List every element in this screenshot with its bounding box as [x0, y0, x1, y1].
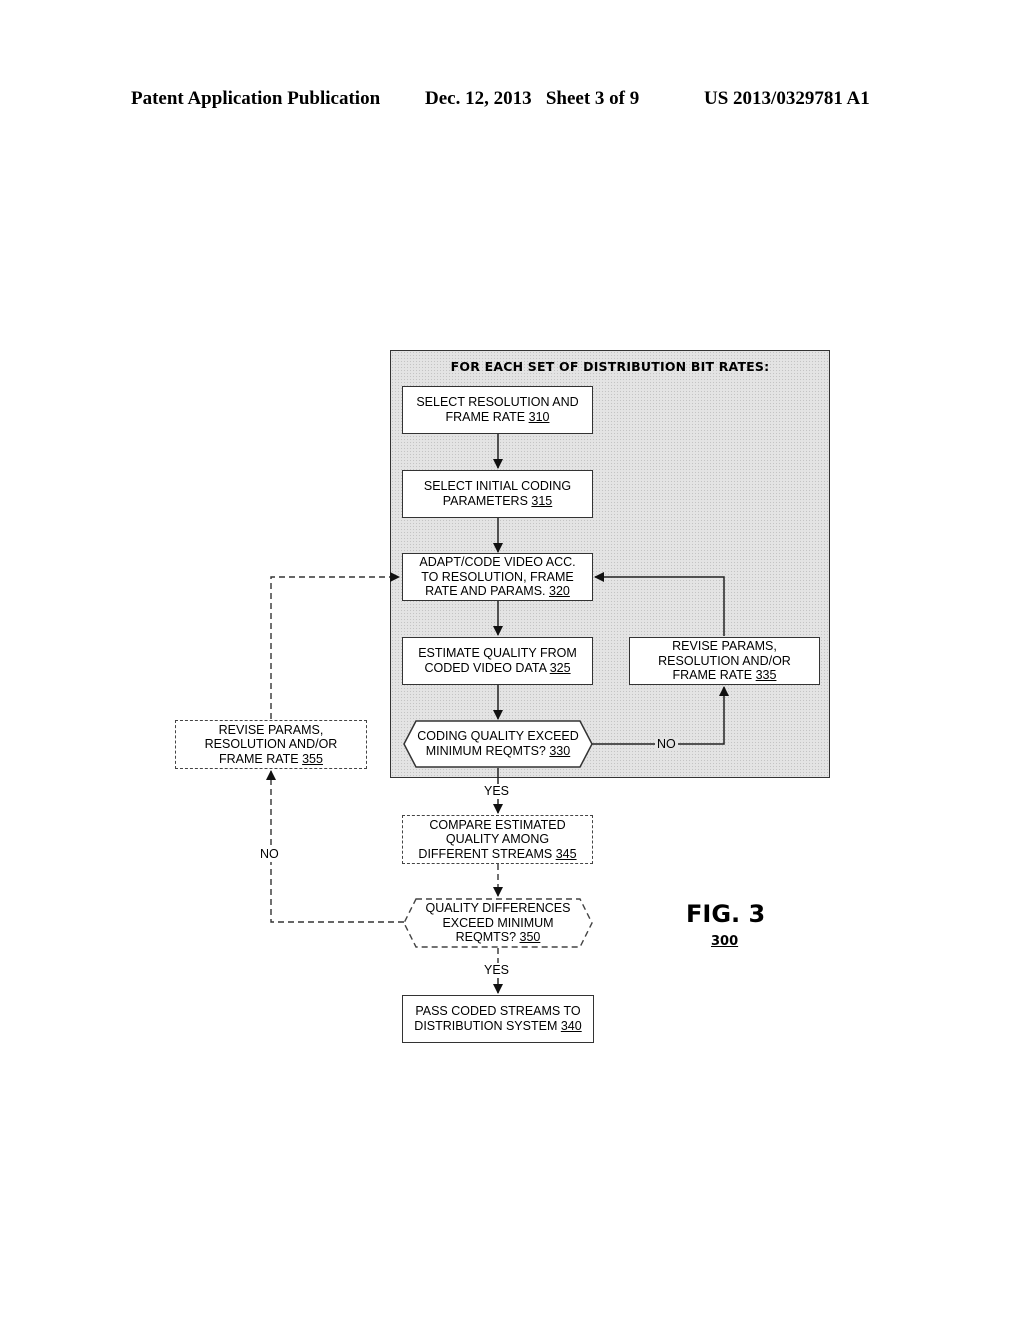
- node-330-ref: 330: [549, 744, 571, 758]
- node-335-line-1: REVISE PARAMS,: [672, 639, 777, 654]
- node-345-ref: 345: [555, 846, 577, 861]
- node-315-select-coding-params: SELECT INITIAL CODING PARAMETERS 315: [402, 470, 593, 518]
- node-345-line-3: DIFFERENT STREAMS: [418, 846, 556, 861]
- edge-label-yes-350: YES: [484, 963, 510, 977]
- edge-330-335: [592, 686, 729, 745]
- node-310-line-2: FRAME RATE: [445, 410, 529, 424]
- node-355-line-3: FRAME RATE: [219, 751, 303, 766]
- node-335-line-3: FRAME RATE: [672, 668, 756, 683]
- node-315-ref: 315: [531, 494, 553, 508]
- edge-label-no-330: NO: [655, 737, 678, 751]
- node-350-line-1: QUALITY DIFFERENCES: [425, 901, 571, 916]
- node-320-line-3: RATE AND PARAMS.: [425, 584, 549, 599]
- node-310-line-1: SELECT RESOLUTION AND: [416, 395, 579, 409]
- edge-355-320: [270, 572, 400, 719]
- node-340-line-1: PASS CODED STREAMS TO: [415, 1004, 581, 1018]
- node-310-select-resolution: SELECT RESOLUTION AND FRAME RATE 310: [402, 386, 593, 434]
- node-355-revise-params: REVISE PARAMS, RESOLUTION AND/OR FRAME R…: [175, 720, 367, 769]
- node-320-ref: 320: [549, 584, 570, 599]
- node-330-coding-quality-decision: CODING QUALITY EXCEED MINIMUM REQMTS? 33…: [402, 720, 594, 768]
- node-330-line-2: MINIMUM REQMTS?: [425, 744, 550, 758]
- node-320-adapt-code-video: ADAPT/CODE VIDEO ACC. TO RESOLUTION, FRA…: [402, 553, 593, 601]
- node-330-line-1: CODING QUALITY EXCEED: [417, 729, 579, 743]
- node-320-line-1: ADAPT/CODE VIDEO ACC.: [419, 555, 576, 570]
- node-315-line-2: PARAMETERS: [442, 494, 532, 508]
- node-310-ref: 310: [528, 410, 550, 424]
- node-315-line-1: SELECT INITIAL CODING: [423, 479, 572, 493]
- node-335-ref: 335: [755, 668, 777, 683]
- node-325-ref: 325: [549, 661, 571, 675]
- node-340-pass-coded-streams: PASS CODED STREAMS TO DISTRIBUTION SYSTE…: [402, 995, 594, 1043]
- node-325-line-2: CODED VIDEO DATA: [424, 661, 550, 675]
- node-340-line-2: DISTRIBUTION SYSTEM: [414, 1019, 561, 1033]
- edge-335-320: [594, 572, 725, 636]
- node-350-line-2: EXCEED MINIMUM: [442, 915, 554, 930]
- node-335-revise-params: REVISE PARAMS, RESOLUTION AND/OR FRAME R…: [629, 637, 820, 685]
- edge-label-no-350: NO: [260, 846, 279, 862]
- node-335-line-2: RESOLUTION AND/OR: [658, 653, 791, 668]
- node-325-line-1: ESTIMATE QUALITY FROM: [418, 646, 577, 660]
- figure-number: 300: [711, 934, 739, 949]
- node-345-line-2: QUALITY AMONG: [445, 832, 550, 847]
- figure-label: FIG. 3: [686, 900, 766, 928]
- node-320-line-2: TO RESOLUTION, FRAME: [421, 569, 574, 584]
- node-340-ref: 340: [560, 1019, 582, 1033]
- node-355-ref: 355: [302, 751, 323, 766]
- node-325-estimate-quality: ESTIMATE QUALITY FROM CODED VIDEO DATA 3…: [402, 637, 593, 685]
- node-350-ref: 350: [519, 930, 541, 945]
- node-345-line-1: COMPARE ESTIMATED: [429, 817, 566, 832]
- node-355-line-1: REVISE PARAMS,: [218, 722, 324, 737]
- node-350-line-3: REQMTS?: [455, 930, 520, 945]
- node-355-line-2: RESOLUTION AND/OR: [204, 737, 338, 752]
- node-345-compare-quality: COMPARE ESTIMATED QUALITY AMONG DIFFEREN…: [402, 815, 593, 864]
- edge-350-355: [266, 770, 404, 923]
- node-350-quality-differences-decision: QUALITY DIFFERENCES EXCEED MINIMUM REQMT…: [402, 898, 594, 948]
- edge-label-yes-330: YES: [484, 784, 510, 798]
